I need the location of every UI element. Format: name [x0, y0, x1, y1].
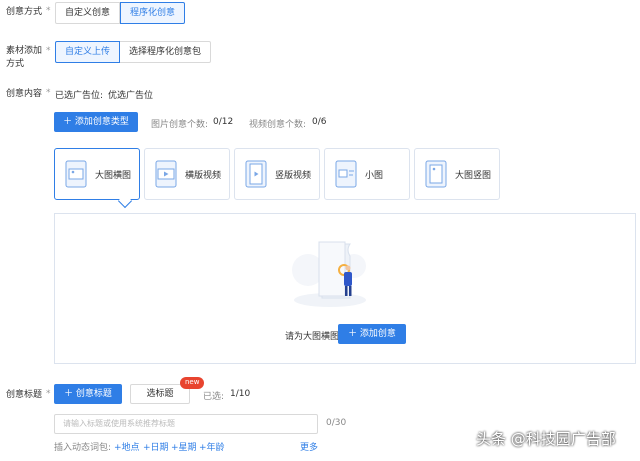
type-card-label: 大图竖图	[455, 170, 492, 181]
material-add-label-line2: 方式	[6, 59, 25, 69]
video-portrait-icon	[245, 160, 267, 188]
image-landscape-icon	[65, 160, 87, 188]
image-count-value: 0/12	[213, 117, 234, 127]
dynamic-word-age[interactable]: +年龄	[199, 440, 225, 453]
selected-slot-value: 优选广告位	[108, 91, 154, 101]
type-card-small-image[interactable]: 小图	[324, 148, 410, 200]
selected-title-label: 已选:	[203, 392, 225, 402]
add-title-button[interactable]: ＋ 创意标题	[54, 384, 122, 404]
type-card-label: 大图横图	[95, 170, 132, 181]
option-custom-upload[interactable]: 自定义上传	[55, 41, 121, 63]
required-mark: *	[46, 46, 51, 56]
empty-illustration-icon	[292, 241, 366, 307]
creative-title-label: 创意标题	[6, 390, 43, 400]
material-add-selector: 自定义上传 选择程序化创意包	[55, 41, 212, 63]
type-card-label: 小图	[365, 170, 384, 181]
watermark-text: 头条 @科技园广告部	[476, 430, 616, 448]
type-card-label: 竖版视频	[275, 170, 312, 181]
required-mark: *	[46, 6, 51, 16]
required-mark: *	[46, 389, 51, 399]
more-link[interactable]: 更多	[300, 440, 318, 453]
creative-content-label: 创意内容	[6, 89, 43, 99]
type-card-large-landscape[interactable]: 大图横图	[54, 148, 140, 200]
type-card-portrait-video[interactable]: 竖版视频	[234, 148, 320, 200]
title-char-count: 0/30	[326, 418, 347, 428]
option-select-package[interactable]: 选择程序化创意包	[120, 41, 212, 63]
new-badge: new	[180, 377, 205, 389]
add-creative-button[interactable]: ＋ 添加创意	[338, 324, 406, 344]
material-add-label-line1: 素材添加	[6, 46, 43, 56]
dynamic-word-date[interactable]: +日期	[143, 440, 169, 453]
image-portrait-icon	[425, 160, 447, 188]
creative-mode-selector: 自定义创意 程序化创意	[55, 2, 186, 24]
type-card-large-portrait[interactable]: 大图竖图	[414, 148, 500, 200]
title-input[interactable]: 请输入标题或使用系统推荐标题	[54, 414, 318, 434]
video-landscape-icon	[155, 160, 177, 188]
creative-mode-label: 创意方式	[6, 7, 43, 17]
selected-slot-label: 已选广告位:	[55, 91, 104, 101]
image-count-label: 图片创意个数:	[151, 120, 209, 130]
option-custom-creative[interactable]: 自定义创意	[55, 2, 121, 24]
selected-title-value: 1/10	[230, 389, 251, 399]
type-card-label: 横版视频	[185, 170, 222, 181]
add-creative-type-button[interactable]: ＋ 添加创意类型	[54, 112, 138, 132]
image-small-icon	[335, 160, 357, 188]
option-programmatic-creative[interactable]: 程序化创意	[120, 2, 186, 24]
dynamic-word-location[interactable]: +地点	[114, 440, 140, 453]
type-card-landscape-video[interactable]: 横版视频	[144, 148, 230, 200]
empty-hint-text: 请为大图横图	[285, 332, 340, 342]
video-count-value: 0/6	[312, 117, 327, 127]
dynamic-words-label: 插入动态词包:	[54, 443, 112, 453]
required-mark: *	[46, 88, 51, 98]
dynamic-word-weekday[interactable]: +星期	[171, 440, 197, 453]
video-count-label: 视频创意个数:	[249, 120, 307, 130]
